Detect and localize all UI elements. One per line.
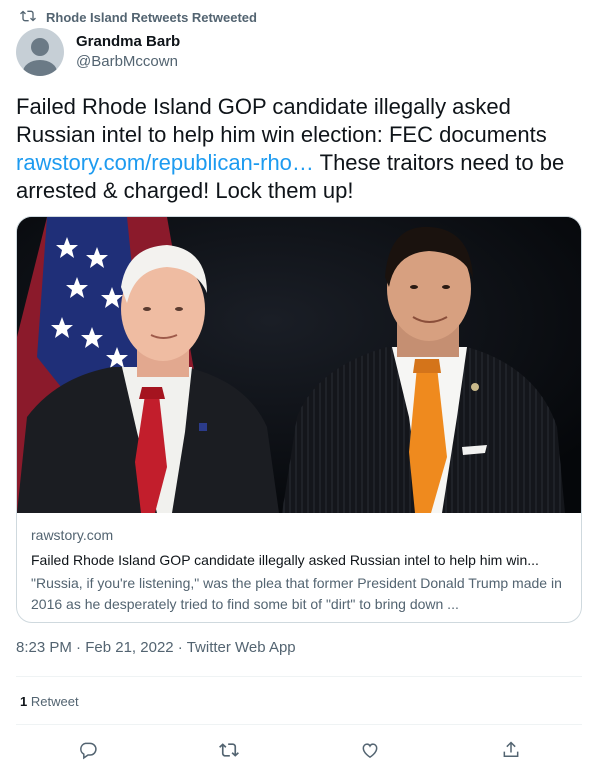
retweet-button[interactable]: [217, 738, 241, 762]
divider: [16, 676, 582, 677]
meta-separator: ·: [76, 639, 82, 656]
meta-separator: ·: [177, 639, 183, 656]
retweet-stat-label: Retweet: [30, 694, 79, 709]
retweet-icon: [219, 743, 239, 757]
share-icon: [503, 741, 519, 757]
retweet-count: 1: [20, 694, 28, 709]
divider: [16, 724, 582, 725]
card-title: Failed Rhode Island GOP candidate illega…: [31, 552, 539, 568]
reply-icon: [80, 742, 97, 760]
avatar[interactable]: [16, 28, 64, 76]
card-description: "Russia, if you're listening," was the p…: [31, 575, 562, 612]
tweet-text-part1: Failed Rhode Island GOP candidate illega…: [16, 94, 547, 147]
reply-button[interactable]: [76, 738, 100, 762]
retweet-stats[interactable]: 1 Retweet: [20, 694, 79, 709]
link-card[interactable]: rawstory.com Failed Rhode Island GOP can…: [16, 216, 582, 623]
retweet-icon: [20, 8, 36, 27]
share-button[interactable]: [499, 738, 523, 762]
author-name[interactable]: Grandma Barb: [76, 33, 180, 50]
tweet-date[interactable]: Feb 21, 2022: [85, 639, 173, 656]
card-meta: rawstory.com Failed Rhode Island GOP can…: [31, 526, 567, 615]
tweet-time[interactable]: 8:23 PM: [16, 639, 72, 656]
default-avatar-icon: [23, 38, 57, 76]
retweet-context[interactable]: Rhode Island Retweets Retweeted: [20, 8, 257, 26]
tweet-link[interactable]: rawstory.com/republican-rho…: [16, 150, 314, 175]
card-image[interactable]: [17, 217, 581, 513]
action-bar: [0, 738, 598, 762]
timestamp-row: 8:23 PM · Feb 21, 2022 · Twitter Web App: [16, 639, 296, 656]
card-domain: rawstory.com: [31, 527, 114, 543]
like-button[interactable]: [358, 738, 382, 762]
author-handle[interactable]: @BarbMccown: [76, 53, 178, 70]
retweet-context-label: Rhode Island Retweets Retweeted: [46, 9, 257, 25]
heart-icon: [362, 743, 378, 758]
tweet-source[interactable]: Twitter Web App: [187, 639, 296, 656]
tweet-text: Failed Rhode Island GOP candidate illega…: [16, 93, 582, 205]
